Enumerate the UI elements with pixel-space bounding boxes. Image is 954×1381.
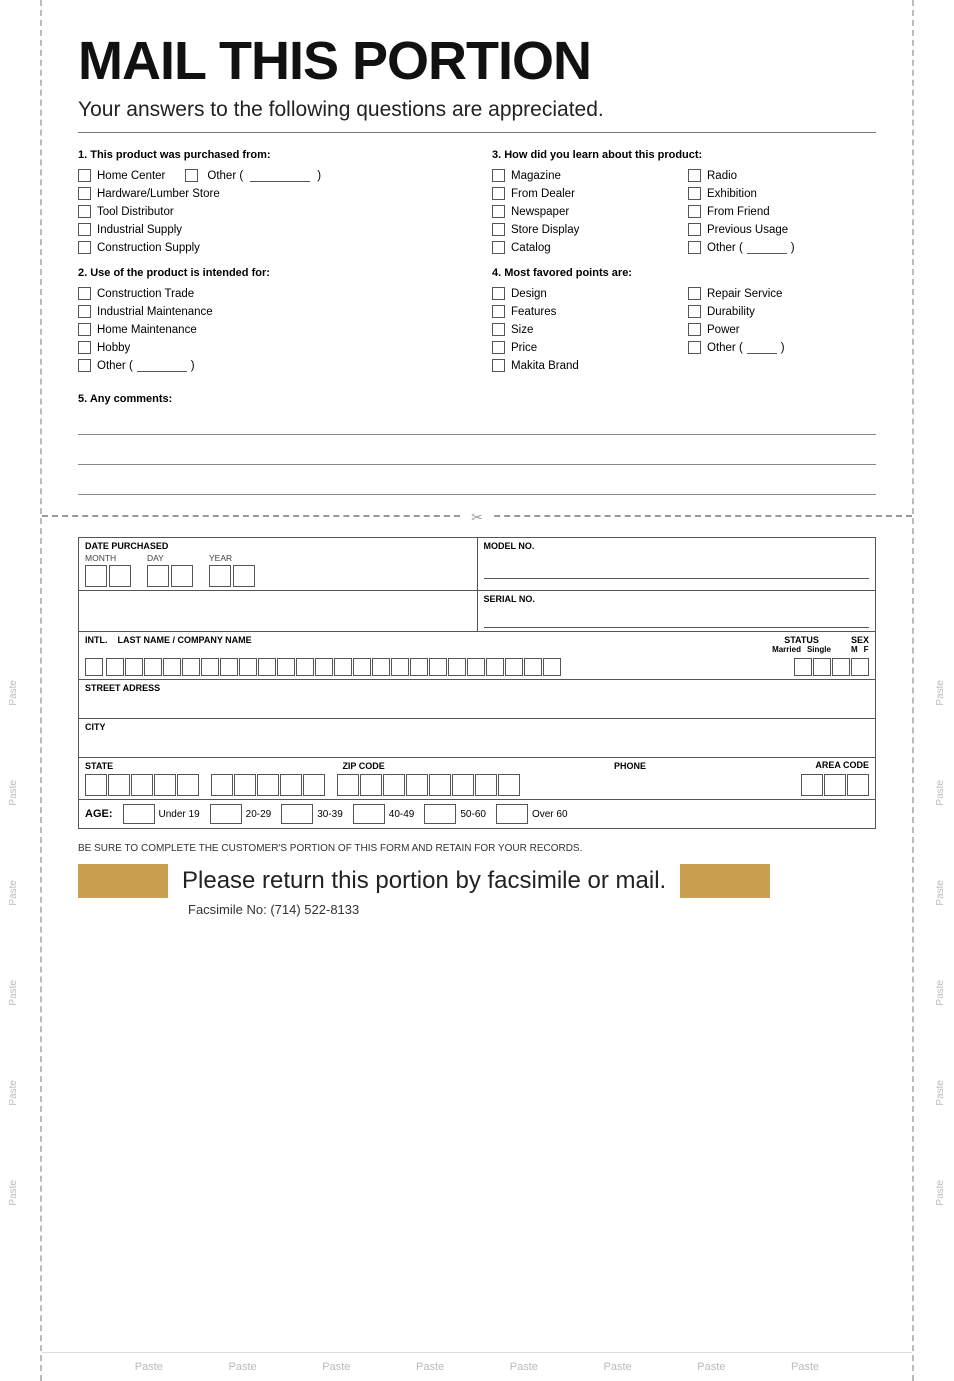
q2-hobby[interactable]: Hobby — [78, 341, 462, 354]
age-over60[interactable]: Over 60 — [496, 804, 568, 824]
question-5: 5. Any comments: — [78, 393, 876, 495]
day-label: DAY — [147, 553, 193, 563]
paste-bottom-7: Paste — [697, 1361, 725, 1373]
cut-line: ✂ — [42, 515, 912, 517]
paste-bottom-2: Paste — [229, 1361, 257, 1373]
age-20-29[interactable]: 20-29 — [210, 804, 272, 824]
area-code-label: AREA CODE — [815, 761, 869, 771]
age-40-49[interactable]: 40-49 — [353, 804, 415, 824]
month-label: MONTH — [85, 553, 131, 563]
question-4: 4. Most favored points are: Design Featu… — [492, 267, 876, 377]
day-box-1[interactable] — [147, 565, 169, 587]
q4-durability[interactable]: Durability — [688, 305, 876, 318]
year-box-2[interactable] — [233, 565, 255, 587]
return-section: Please return this portion by facsimile … — [78, 864, 876, 898]
status-label: STATUS — [772, 635, 831, 645]
married-label: Married — [772, 645, 801, 654]
q1-option-home-center[interactable]: Home Center Other ( ) — [78, 169, 462, 182]
q3-magazine[interactable]: Magazine — [492, 169, 680, 182]
intl-box[interactable] — [85, 658, 103, 676]
state-label: STATE — [85, 761, 113, 771]
q2-industrial[interactable]: Industrial Maintenance — [78, 305, 462, 318]
day-box-2[interactable] — [171, 565, 193, 587]
q2-home[interactable]: Home Maintenance — [78, 323, 462, 336]
q4-other[interactable]: Other () — [688, 341, 876, 354]
be-sure-text: BE SURE TO COMPLETE THE CUSTOMER'S PORTI… — [78, 843, 876, 854]
year-box-1[interactable] — [209, 565, 231, 587]
city-label: CITY — [85, 722, 869, 732]
f-label: F — [864, 645, 869, 654]
q4-features[interactable]: Features — [492, 305, 680, 318]
q2-construction-trade[interactable]: Construction Trade — [78, 287, 462, 300]
q3-newspaper[interactable]: Newspaper — [492, 205, 680, 218]
age-50-60[interactable]: 50-60 — [424, 804, 486, 824]
year-label: YEAR — [209, 553, 255, 563]
q1-construction-supply[interactable]: Construction Supply — [78, 241, 462, 254]
model-no-label: MODEL NO. — [484, 541, 870, 551]
main-title: MAIL THIS PORTION — [78, 30, 876, 92]
paste-bottom-4: Paste — [416, 1361, 444, 1373]
month-box-2[interactable] — [109, 565, 131, 587]
question-1: 1. This product was purchased from: Home… — [78, 149, 462, 259]
q3-exhibition[interactable]: Exhibition — [688, 187, 876, 200]
q4-price[interactable]: Price — [492, 341, 680, 354]
single-label: Single — [807, 645, 831, 654]
paste-bottom-1: Paste — [135, 1361, 163, 1373]
q4-design[interactable]: Design — [492, 287, 680, 300]
q3-catalog[interactable]: Catalog — [492, 241, 680, 254]
paste-labels-bottom: Paste Paste Paste Paste Paste Paste Past… — [42, 1352, 912, 1381]
q4-repair[interactable]: Repair Service — [688, 287, 876, 300]
zip-label: ZIP CODE — [342, 761, 384, 771]
m-label: M — [851, 645, 858, 654]
q3-prev-usage[interactable]: Previous Usage — [688, 223, 876, 236]
q4-size[interactable]: Size — [492, 323, 680, 336]
paste-bottom-3: Paste — [322, 1361, 350, 1373]
q1-tool-dist[interactable]: Tool Distributor — [78, 205, 462, 218]
date-purchased-label: DATE PURCHASED — [85, 541, 471, 551]
lower-form: DATE PURCHASED MONTH DAY — [78, 537, 876, 917]
orange-bar-right — [680, 864, 770, 898]
q4-makita[interactable]: Makita Brand — [492, 359, 680, 372]
q4-power[interactable]: Power — [688, 323, 876, 336]
fax-number: Facsimile No: (714) 522-8133 — [188, 902, 876, 917]
age-30-39[interactable]: 30-39 — [281, 804, 343, 824]
subtitle: Your answers to the following questions … — [78, 98, 876, 133]
serial-no-label: SERIAL NO. — [484, 594, 870, 604]
street-label: STREET ADRESS — [85, 683, 869, 693]
orange-bar-left — [78, 864, 168, 898]
sex-label: SEX — [851, 635, 869, 645]
month-box-1[interactable] — [85, 565, 107, 587]
q3-from-friend[interactable]: From Friend — [688, 205, 876, 218]
q3-radio[interactable]: Radio — [688, 169, 876, 182]
q2-other[interactable]: Other () — [78, 359, 462, 372]
q3-from-dealer[interactable]: From Dealer — [492, 187, 680, 200]
return-text: Please return this portion by facsimile … — [182, 867, 666, 895]
age-under19[interactable]: Under 19 — [123, 804, 200, 824]
age-label: AGE: — [85, 808, 113, 820]
q1-hardware[interactable]: Hardware/Lumber Store — [78, 187, 462, 200]
phone-label: PHONE — [614, 761, 646, 771]
intl-label: INTL. LAST NAME / COMPANY NAME — [85, 635, 252, 645]
q3-other[interactable]: Other () — [688, 241, 876, 254]
q3-store-display[interactable]: Store Display — [492, 223, 680, 236]
q1-industrial-supply[interactable]: Industrial Supply — [78, 223, 462, 236]
paste-bottom-8: Paste — [791, 1361, 819, 1373]
question-3: 3. How did you learn about this product:… — [492, 149, 876, 259]
paste-bottom-5: Paste — [510, 1361, 538, 1373]
question-2: 2. Use of the product is intended for: C… — [78, 267, 462, 377]
paste-bottom-6: Paste — [604, 1361, 632, 1373]
